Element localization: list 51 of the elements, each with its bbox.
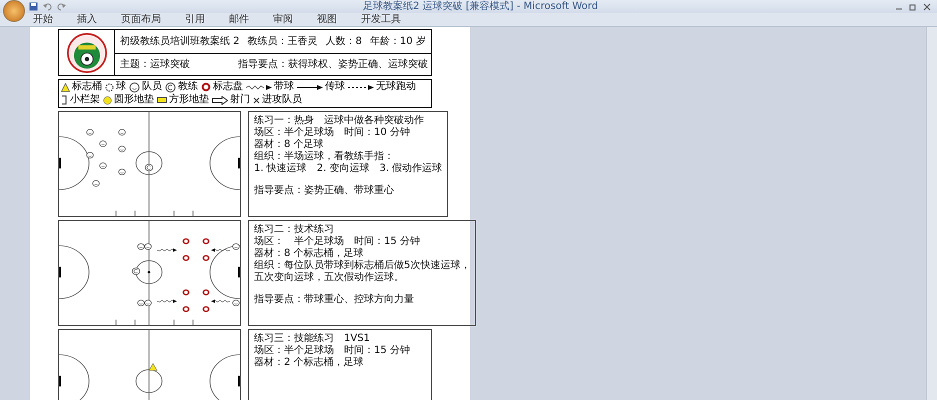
exercise-text: 练习三：技能练习: [254, 333, 334, 344]
header-text: 年龄：10 岁: [370, 36, 426, 48]
legend-label: 传球: [325, 81, 345, 93]
ribbon-tab[interactable]: 视图: [314, 14, 340, 26]
ribbon-tab[interactable]: 插入: [74, 14, 100, 26]
header-text: 主题：运球突破: [120, 58, 190, 70]
legend-label: 带球: [274, 81, 294, 93]
legend-label: 射门: [230, 94, 250, 106]
legend-label: 标志桶: [72, 81, 102, 93]
exercise-text: 时间：15 分钟: [344, 345, 410, 356]
exercise-text: 1. 快速运球: [254, 163, 307, 174]
exercise-text: 组织：半场运球，看教练手指：: [254, 151, 394, 162]
legend-label: 球: [116, 81, 126, 93]
exercise-text: 时间：10 分钟: [344, 127, 410, 138]
ribbon-tab[interactable]: 开始: [30, 14, 56, 26]
legend-label: 方形地垫: [169, 94, 209, 106]
exercise-text: 器材：8 个标志桶，足球: [254, 248, 364, 259]
ribbon-tab[interactable]: 引用: [182, 14, 208, 26]
header-text: 初级教练员培训班教案纸 2: [120, 36, 240, 48]
exercise-text: 练习二：技术练习: [254, 224, 334, 235]
legend-label: 进攻队员: [262, 94, 302, 106]
exercise-text: 1VS1: [344, 333, 370, 344]
exercise-text: 指导要点：带球重心、控球方向力量: [254, 294, 414, 305]
header-text: 人数：8: [326, 36, 362, 48]
exercise-text: 器材：2 个标志桶，足球: [254, 357, 364, 368]
exercise-text: 练习一：热身: [254, 115, 314, 126]
exercise-text: 指导要点：姿势正确、带球重心: [254, 185, 394, 196]
exercise-text: 场区：半个足球场: [254, 345, 334, 356]
ribbon-tab[interactable]: 审阅: [270, 14, 296, 26]
legend-label: 无球跑动: [376, 81, 416, 93]
legend-label: 标志盘: [213, 81, 243, 93]
ribbon-tab[interactable]: 邮件: [226, 14, 252, 26]
legend-label: 队员: [142, 81, 162, 93]
exercise-text: 场区：: [254, 236, 284, 247]
header-text: 教练员：王香灵: [248, 36, 318, 48]
exercise-text: 时间：15 分钟: [354, 236, 420, 247]
exercise-text: 运球中做各种突破动作: [324, 115, 424, 126]
exercise-text: 组织：每位队员带球到标志桶后做5次快速运球，: [254, 260, 470, 271]
legend-label: 圆形地垫: [114, 94, 154, 106]
legend-label: 教练: [178, 81, 198, 93]
exercise-text: 五次变向运球，五次假动作运球。: [254, 272, 404, 283]
exercise-text: 2. 变向运球: [316, 163, 370, 174]
exercise-text: 场区：半个足球场: [254, 127, 334, 138]
ribbon-tab[interactable]: 页面布局: [118, 14, 164, 26]
header-text: 指导要点：获得球权、姿势正确、运球突破: [238, 58, 428, 70]
window-title: 足球教案纸2 运球突破 [兼容模式] - Microsoft Word: [362, 0, 599, 12]
legend-label: 小栏架: [70, 94, 100, 106]
exercise-text: 3. 假动作运球: [379, 163, 442, 174]
ribbon-tab[interactable]: 开发工具: [358, 14, 404, 26]
exercise-text: 半个足球场: [294, 236, 344, 247]
exercise-text: 器材：8 个足球: [254, 139, 324, 150]
